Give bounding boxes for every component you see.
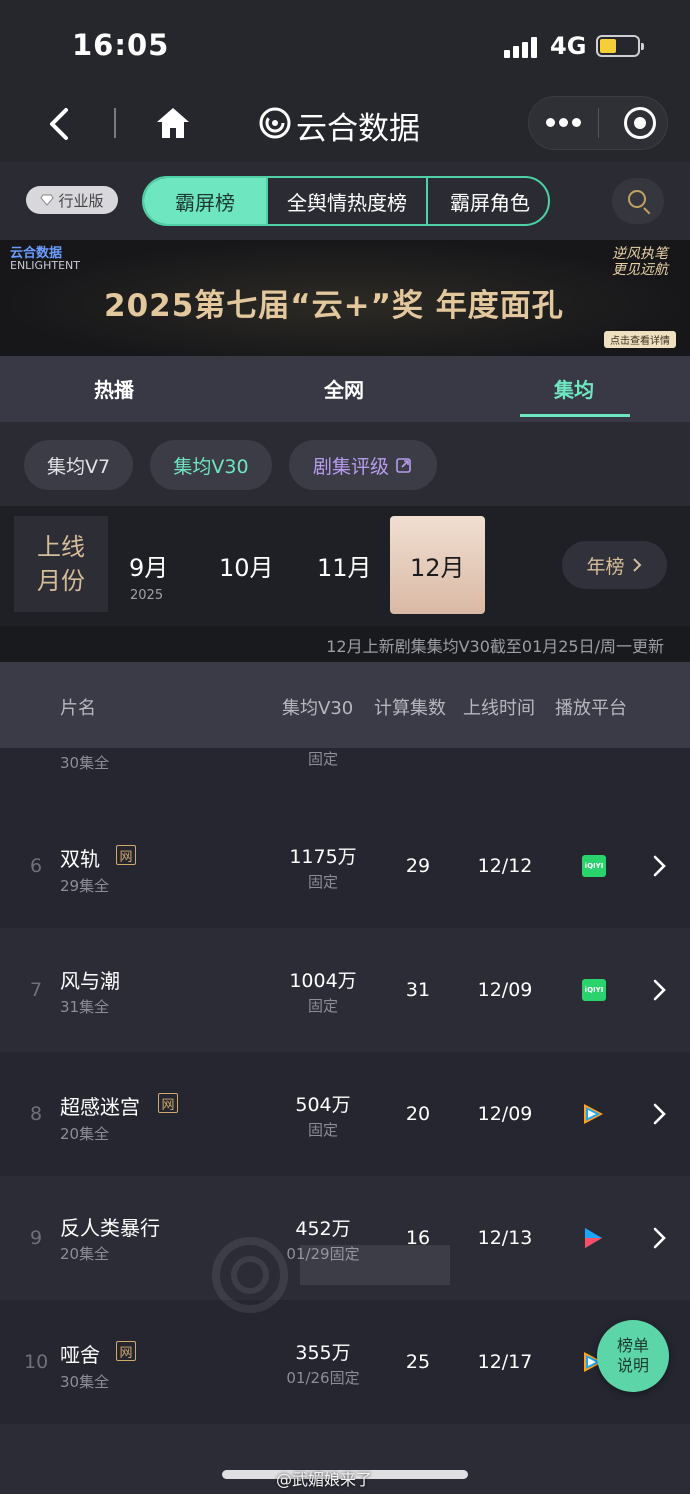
chip-v7[interactable]: 集均V7 (24, 440, 133, 490)
chip-v30[interactable]: 集均V30 (150, 440, 272, 490)
row-rank: 7 (29, 979, 43, 1001)
iqiyi-icon: iQIYI (582, 979, 606, 1001)
row-rank: 10 (24, 1351, 49, 1373)
nav-divider (114, 108, 116, 138)
web-drama-badge: 网 (116, 845, 136, 865)
header-title: 片名 (60, 698, 96, 719)
partial-episodes: 30集全 (60, 754, 110, 772)
home-icon[interactable] (155, 106, 191, 140)
row-title: 哑舍 (60, 1343, 100, 1367)
active-tab-underline (520, 414, 630, 417)
iqiyi-icon: iQIYI (582, 855, 606, 877)
close-miniprogram-icon[interactable] (624, 107, 656, 139)
segment-opinion-heat[interactable]: 全舆情热度榜 (268, 178, 428, 224)
search-icon[interactable] (612, 178, 664, 224)
network-type: 4G (550, 32, 587, 60)
tab-all-network[interactable]: 全网 (324, 374, 364, 403)
row-episodes: 20集全 (60, 1245, 110, 1263)
month-dec[interactable]: 12月 (410, 548, 465, 583)
row-status: 固定 (307, 997, 338, 1015)
web-drama-badge: 网 (158, 1093, 178, 1113)
row-title: 超感迷宫 (60, 1095, 140, 1119)
row-count: 31 (405, 979, 431, 1001)
chevron-right-icon[interactable] (652, 1102, 668, 1126)
month-year-label: 2025 (130, 588, 164, 603)
segment-screen-dominance[interactable]: 霸屏榜 (144, 178, 268, 224)
tab-hot[interactable]: 热播 (94, 374, 134, 403)
signal-icon (504, 36, 540, 58)
external-link-icon (396, 458, 411, 473)
row-rank: 9 (29, 1227, 43, 1249)
diamond-icon (40, 194, 55, 206)
row-episodes: 31集全 (60, 998, 110, 1016)
row-date: 12/17 (477, 1351, 533, 1373)
brand-title: 云合数据 (296, 111, 420, 147)
row-date: 12/09 (477, 979, 533, 1001)
header-count: 计算集数 (374, 698, 446, 719)
more-icon[interactable] (546, 118, 582, 128)
weibo-credit: @武媚娘来了 (276, 1470, 373, 1489)
row-count: 29 (405, 855, 431, 877)
chevron-right-icon (632, 558, 641, 572)
brand-logo-icon (259, 107, 291, 139)
row-rank: 8 (29, 1103, 43, 1125)
back-arrow-icon[interactable] (46, 106, 72, 142)
month-nov[interactable]: 11月 (317, 548, 372, 583)
banner-logo: 云合数据 ENLIGHTENT (10, 246, 80, 272)
industry-badge-label: 行业版 (58, 191, 104, 210)
header-date: 上线时间 (463, 698, 535, 719)
year-ranking-button[interactable]: 年榜 (562, 541, 667, 589)
tab-episode-average[interactable]: 集均 (554, 374, 594, 403)
row-date: 12/12 (477, 855, 533, 877)
segment-characters[interactable]: 霸屏角色 (428, 178, 548, 224)
battery-icon (596, 35, 644, 57)
row-episodes: 30集全 (60, 1373, 110, 1391)
row-count: 25 (405, 1351, 431, 1373)
month-oct[interactable]: 10月 (219, 548, 274, 583)
tencent-video-icon (584, 1104, 603, 1124)
chevron-right-icon[interactable] (652, 1226, 668, 1250)
month-sep[interactable]: 9月 (129, 548, 168, 583)
release-month-label: 上线月份 (14, 516, 108, 612)
year-ranking-label: 年榜 (586, 555, 625, 578)
row-episodes: 29集全 (60, 877, 110, 895)
header-value: 集均V30 (282, 698, 354, 719)
row-episodes: 20集全 (60, 1125, 110, 1143)
chevron-right-icon[interactable] (652, 978, 668, 1002)
row-date: 12/09 (477, 1103, 533, 1125)
banner-title: 2025第七届“云+”奖 年度面孔 (104, 288, 564, 324)
row-status: 固定 (307, 873, 338, 891)
chip-drama-rating-label: 剧集评级 (312, 455, 389, 478)
partial-status: 固定 (307, 750, 338, 768)
row-rank: 6 (29, 855, 43, 877)
row-title: 反人类暴行 (60, 1216, 160, 1240)
row-status: 固定 (307, 1121, 338, 1139)
capsule-divider (598, 108, 599, 138)
banner-tagline: 逆风执笔 更见远航 (612, 246, 668, 278)
industry-badge[interactable]: 行业版 (26, 186, 118, 214)
row-value: 504万 (295, 1094, 351, 1116)
web-drama-badge: 网 (116, 1341, 136, 1361)
row-title: 风与潮 (60, 969, 120, 993)
row-value: 1004万 (289, 970, 357, 992)
row-date: 12/13 (477, 1227, 533, 1249)
status-time: 16:05 (72, 28, 170, 62)
youku-icon (585, 1228, 602, 1248)
banner-detail-link[interactable]: 点击查看详情 (604, 331, 676, 348)
update-note: 12月上新剧集集均V30截至01月25日/周一更新 (326, 637, 664, 656)
row-value: 355万 (295, 1342, 351, 1364)
header-platform: 播放平台 (555, 698, 627, 719)
chevron-right-icon[interactable] (652, 854, 668, 878)
row-status: 01/26固定 (286, 1369, 360, 1387)
watermark-logo-icon (212, 1237, 450, 1313)
ranking-explanation-button[interactable]: 榜单说明 (597, 1320, 669, 1392)
category-segmented-control: 霸屏榜 全舆情热度榜 霸屏角色 (142, 176, 550, 226)
row-count: 20 (405, 1103, 431, 1125)
chip-drama-rating[interactable]: 剧集评级 (289, 440, 437, 490)
row-title: 双轨 (60, 847, 100, 871)
row-value: 1175万 (289, 846, 357, 868)
